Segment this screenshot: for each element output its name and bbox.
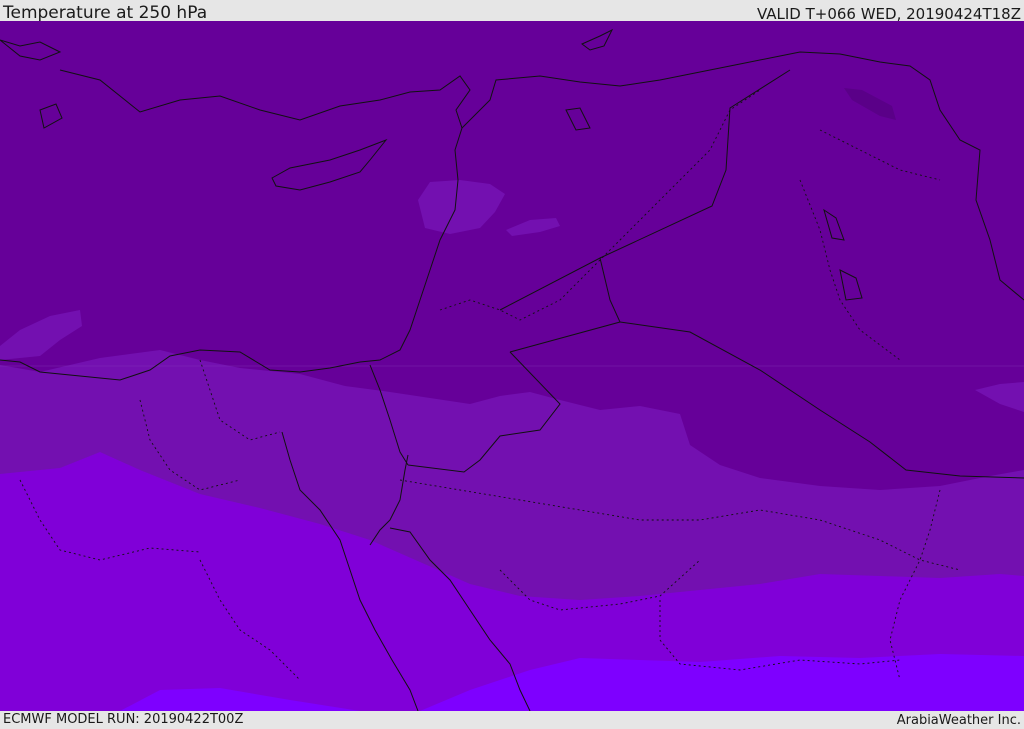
map-title: Temperature at 250 hPa: [3, 3, 208, 23]
footer-bar: ECMWF MODEL RUN: 20190422T00Z ArabiaWeat…: [0, 711, 1024, 729]
weather-map[interactable]: [0, 21, 1024, 711]
credit-label: ArabiaWeather Inc.: [896, 713, 1021, 728]
model-run-label: ECMWF MODEL RUN: 20190422T00Z: [3, 712, 244, 727]
header-bar: Temperature at 250 hPa VALID T+066 WED, …: [0, 0, 1024, 23]
